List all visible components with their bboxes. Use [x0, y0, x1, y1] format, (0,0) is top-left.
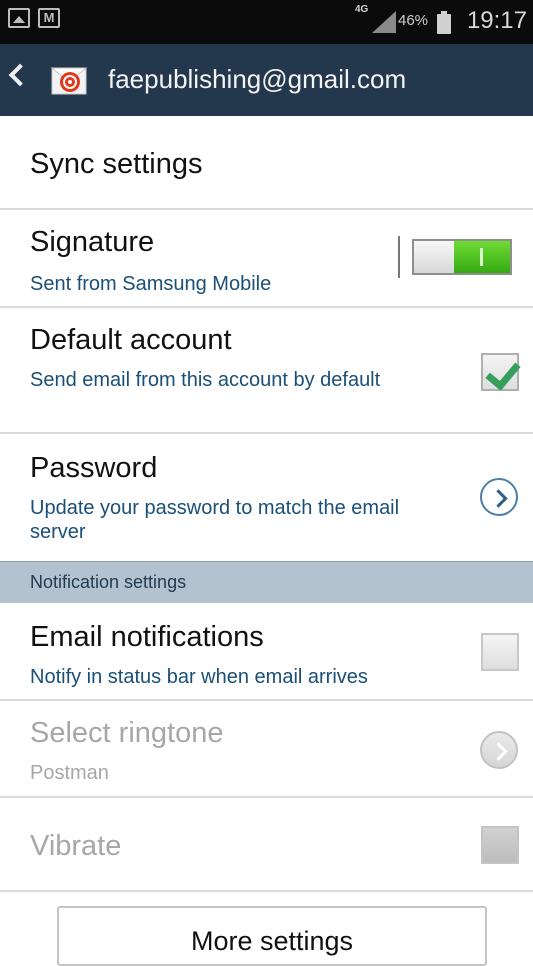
notification-settings-header: Notification settings — [0, 561, 533, 603]
vibrate-row[interactable]: Vibrate — [0, 798, 533, 892]
action-bar: faepublishing@gmail.com — [0, 44, 533, 116]
account-email: faepublishing@gmail.com — [108, 64, 407, 94]
email-app-icon[interactable] — [50, 60, 90, 100]
email-notifications-description: Notify in status bar when email arrives — [30, 666, 368, 688]
default-account-label: Default account — [30, 324, 232, 356]
toggle-knob — [454, 241, 510, 273]
sync-settings-label: Sync settings — [30, 148, 203, 180]
status-bar: M 4G 46% 19:17 — [0, 0, 533, 44]
ringtone-value: Postman — [30, 762, 109, 784]
more-settings-button[interactable]: More settings — [57, 906, 487, 966]
signature-value: Sent from Samsung Mobile — [30, 273, 272, 295]
gallery-notification-icon — [8, 8, 30, 28]
chevron-left-icon[interactable] — [8, 63, 32, 87]
network-type: 4G — [355, 4, 369, 15]
sync-settings-row[interactable]: Sync settings — [0, 116, 533, 210]
default-account-checkbox[interactable] — [481, 353, 521, 391]
default-account-description: Send email from this account by default — [30, 369, 381, 391]
signature-label: Signature — [30, 226, 155, 258]
email-notifications-row[interactable]: Email notifications Notify in status bar… — [0, 603, 533, 701]
password-row[interactable]: Password Update your password to match t… — [0, 434, 533, 561]
section-header-label: Notification settings — [30, 572, 187, 592]
check-icon — [485, 354, 521, 391]
gmail-notification-icon: M — [38, 8, 60, 28]
vibrate-label: Vibrate — [30, 830, 122, 862]
select-ringtone-label: Select ringtone — [30, 717, 224, 749]
default-account-row[interactable]: Default account Send email from this acc… — [0, 308, 533, 434]
email-notifications-label: Email notifications — [30, 621, 264, 653]
signature-toggle[interactable] — [398, 236, 513, 278]
battery-icon — [437, 11, 451, 34]
password-label: Password — [30, 452, 158, 484]
select-ringtone-row[interactable]: Select ringtone Postman — [0, 701, 533, 798]
signal-icon — [372, 11, 396, 33]
battery-percent: 46% — [398, 12, 429, 29]
toggle-divider — [398, 236, 400, 278]
password-chevron-button[interactable] — [480, 478, 518, 516]
email-notifications-checkbox[interactable] — [481, 633, 519, 671]
clock: 19:17 — [466, 7, 527, 34]
toggle-track — [412, 239, 512, 275]
chevron-right-icon — [489, 742, 508, 761]
ringtone-chevron-button[interactable] — [480, 731, 518, 769]
vibrate-checkbox[interactable] — [481, 826, 519, 864]
password-description: Update your password to match the email … — [30, 497, 400, 543]
chevron-right-icon — [489, 489, 508, 508]
